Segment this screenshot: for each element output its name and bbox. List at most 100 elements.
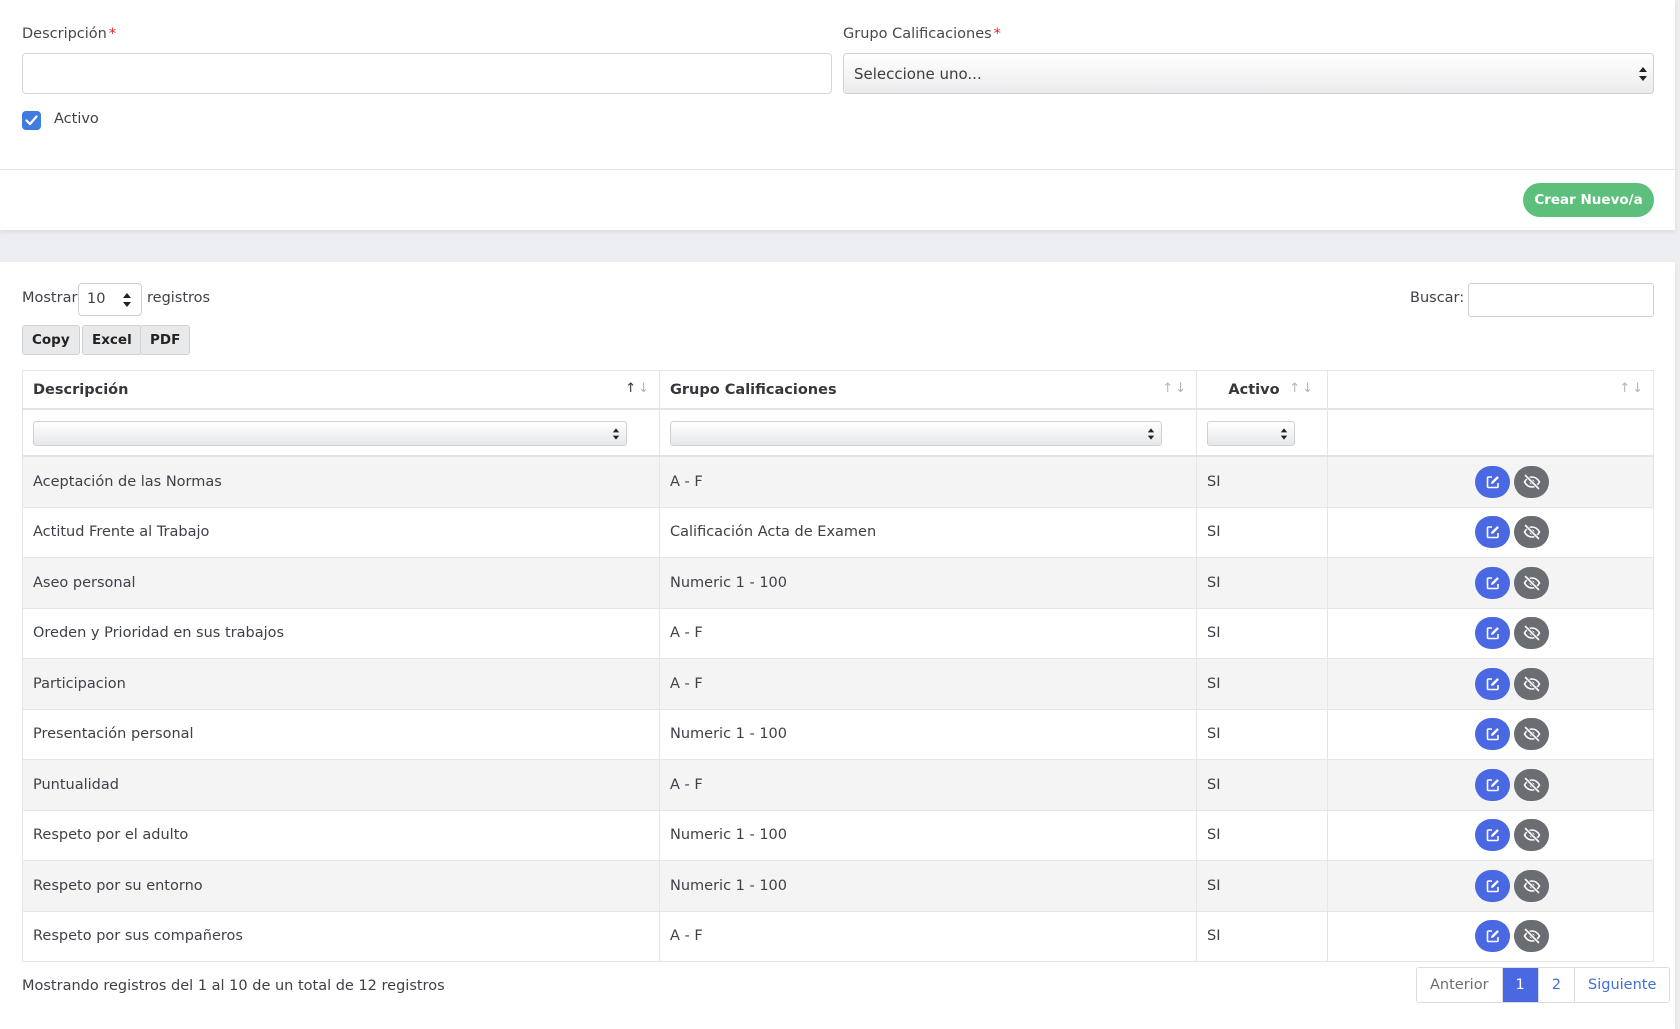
row-actions [1475,609,1549,659]
cell-grupo: Numeric 1 - 100 [659,861,1196,911]
edit-button[interactable] [1475,516,1510,549]
cell-descripcion: Respeto por sus compañeros [22,911,659,961]
page-length-select[interactable]: 10 [78,283,142,316]
edit-icon [1486,778,1499,792]
pagination-page-1[interactable]: 1 [1501,968,1538,1002]
row-actions [1475,861,1549,911]
filter-activo-select[interactable] [1207,421,1295,446]
hide-button[interactable] [1514,819,1549,852]
cell-text: SI [1207,827,1221,844]
eye-slash-icon [1523,827,1540,843]
table-row: Aseo personal Numeric 1 - 100 SI [22,558,1654,609]
hide-button[interactable] [1514,516,1549,549]
eye-slash-icon [1523,676,1540,692]
row-actions [1475,457,1549,507]
hide-button[interactable] [1514,869,1549,902]
cell-text: Presentación personal [33,726,194,743]
table-row: Puntualidad A - F SI [22,760,1654,811]
pagination-next[interactable]: Siguiente [1574,968,1670,1002]
column-header-label: Grupo Calificaciones [670,381,837,398]
search-input[interactable] [1468,283,1654,317]
column-header-label: Activo [1228,381,1280,398]
cell-text: A - F [670,776,703,793]
filter-grupo-select[interactable] [670,421,1162,446]
cell-text: Puntualidad [33,776,119,793]
edit-button[interactable] [1475,667,1510,700]
edit-icon [1486,829,1499,842]
eye-slash-icon [1523,524,1540,540]
eye-slash-icon [1523,625,1540,641]
cell-grupo: A - F [659,659,1196,709]
cell-text: Respeto por sus compañeros [33,928,243,945]
create-new-button[interactable]: Crear Nuevo/a [1523,183,1654,217]
edit-button[interactable] [1475,465,1510,498]
pagination-page-2[interactable]: 2 [1537,968,1575,1002]
excel-button[interactable]: Excel [82,325,142,355]
cell-grupo: Numeric 1 - 100 [659,558,1196,608]
cell-grupo: Numeric 1 - 100 [659,810,1196,860]
eye-slash-icon [1523,726,1540,742]
cell-text: SI [1207,524,1221,541]
edit-button[interactable] [1475,819,1510,852]
grupo-label: Grupo Calificaciones * [843,26,1001,42]
edit-button[interactable] [1475,869,1510,902]
cell-text: Actitud Frente al Trabajo [33,524,210,541]
cell-activo: SI [1196,911,1327,961]
table-row: Aceptación de las Normas A - F SI [22,457,1654,508]
cell-text: SI [1207,574,1221,591]
filter-descripcion-select[interactable] [33,421,627,446]
edit-button[interactable] [1475,768,1510,801]
hide-button[interactable] [1514,667,1549,700]
edit-icon [1486,879,1499,893]
sort-arrows-icon: ↑↓ [1162,381,1188,396]
pdf-button[interactable]: PDF [140,325,191,355]
copy-button[interactable]: Copy [22,325,80,355]
eye-slash-icon [1523,928,1540,944]
pagination: Anterior 1 2 Siguiente [1416,967,1671,1003]
pagination-previous[interactable]: Anterior [1417,968,1502,1002]
cell-grupo: Calificación Acta de Examen [659,507,1196,557]
edit-button[interactable] [1475,566,1510,599]
hide-button[interactable] [1514,617,1549,650]
descripcion-input[interactable] [22,53,832,94]
cell-text: SI [1207,726,1221,743]
table-body: Aceptación de las Normas A - F SI Actitud F… [22,457,1654,962]
grupo-label-text: Grupo Calificaciones [843,26,992,42]
column-header-grupo[interactable]: Grupo Calificaciones ↑↓ [659,371,1196,408]
hide-button[interactable] [1514,465,1549,498]
hide-button[interactable] [1514,768,1549,801]
sort-arrows-icon: ↑↓ [625,381,651,396]
hide-button[interactable] [1514,718,1549,751]
cell-text: A - F [670,473,703,490]
row-actions [1475,710,1549,760]
cell-descripcion: Aceptación de las Normas [22,457,659,507]
cell-text: Numeric 1 - 100 [670,574,788,591]
search-label: Buscar: [1410,290,1465,306]
eye-slash-icon [1523,575,1540,591]
required-mark: * [108,26,117,42]
activo-checkbox[interactable] [22,111,41,130]
hide-button[interactable] [1514,920,1549,953]
cell-text: SI [1207,877,1221,894]
grupo-select[interactable]: Seleccione uno... [843,53,1654,94]
edit-icon [1486,576,1499,590]
data-table: Descripción ↑↓ Grupo Calificaciones ↑↓ A… [22,370,1654,962]
cell-text: Participacion [33,675,126,692]
column-header-activo[interactable]: Activo ↑↓ [1196,371,1327,408]
edit-button[interactable] [1475,617,1510,650]
edit-icon [1486,728,1499,741]
cell-descripcion: Respeto por su entorno [22,861,659,911]
edit-button[interactable] [1475,920,1510,953]
hide-button[interactable] [1514,566,1549,599]
edit-icon [1486,627,1499,640]
column-header-actions[interactable]: ↑↓ [1327,371,1654,408]
cell-activo: SI [1196,709,1327,759]
show-label: Mostrar [22,290,78,306]
row-actions [1475,558,1549,608]
cell-activo: SI [1196,507,1327,557]
cell-descripcion: Presentación personal [22,709,659,759]
cell-activo: SI [1196,558,1327,608]
column-header-descripcion[interactable]: Descripción ↑↓ [22,371,659,408]
edit-button[interactable] [1475,718,1510,751]
table-row: Presentación personal Numeric 1 - 100 SI [22,709,1654,760]
